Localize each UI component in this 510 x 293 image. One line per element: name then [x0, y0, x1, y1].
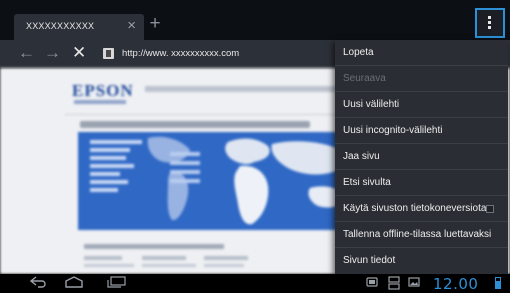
desktop-site-checkbox[interactable]	[486, 205, 494, 213]
menu-item-kayta-tietokoneversiota[interactable]: Käytä sivuston tietokoneversiota	[335, 196, 508, 222]
menu-item-label: Lopeta	[343, 47, 374, 58]
menu-item-label: Sivun tiedot	[343, 255, 396, 266]
divider	[65, 114, 345, 115]
menu-item-label: Jaa sivu	[343, 151, 380, 162]
back-arrow-icon[interactable]: ←	[18, 43, 35, 63]
link-column[interactable]	[142, 256, 186, 260]
menu-item-seuraava: Seuraava	[335, 66, 508, 92]
notification-icon[interactable]	[366, 276, 378, 293]
nav-back-icon[interactable]	[29, 276, 48, 291]
country-list[interactable]	[170, 152, 200, 188]
tab-title: XXXXXXXXXXX	[26, 21, 95, 31]
forward-arrow-icon[interactable]: →	[44, 43, 61, 63]
menu-item-uusi-incognito-valilehti[interactable]: Uusi incognito-välilehti	[335, 118, 508, 144]
screenshot-icon[interactable]	[388, 276, 400, 293]
overflow-menu: Lopeta Seuraava Uusi välilehti Uusi inco…	[335, 40, 508, 274]
page-lead-text	[80, 121, 310, 128]
new-tab-button[interactable]: +	[145, 12, 165, 36]
menu-item-sivun-tiedot[interactable]: Sivun tiedot	[335, 248, 508, 274]
nav-recent-apps-icon[interactable]	[107, 276, 127, 291]
link-text	[204, 264, 244, 267]
menu-item-label: Seuraava	[343, 73, 386, 84]
menu-item-label: Uusi välilehti	[343, 99, 400, 110]
menu-item-label: Etsi sivulta	[343, 177, 391, 188]
overflow-menu-button[interactable]	[475, 8, 505, 38]
link-text	[142, 264, 196, 267]
url-field[interactable]: http://www. xxxxxxxxxx.com	[122, 48, 239, 59]
link-text	[84, 264, 134, 267]
site-top-nav[interactable]	[145, 86, 345, 92]
menu-item-jaa-sivu[interactable]: Jaa sivu	[335, 144, 508, 170]
tab-close-icon[interactable]: ×	[127, 18, 136, 34]
battery-icon[interactable]	[495, 277, 501, 289]
nav-home-icon[interactable]	[64, 276, 84, 291]
menu-item-lopeta[interactable]: Lopeta	[335, 40, 508, 66]
epson-logo[interactable]: EPSON	[72, 81, 134, 101]
region-selector-panel[interactable]	[78, 132, 353, 230]
region-list[interactable]	[90, 140, 142, 196]
menu-item-uusi-valilehti[interactable]: Uusi välilehti	[335, 92, 508, 118]
image-icon[interactable]	[408, 276, 420, 293]
menu-item-label: Uusi incognito-välilehti	[343, 125, 443, 136]
menu-item-label: Käytä sivuston tietokoneversiota	[343, 203, 487, 214]
menu-item-tallenna-offline[interactable]: Tallenna offline-tilassa luettavaksi	[335, 222, 508, 248]
menu-item-label: Tallenna offline-tilassa luettavaksi	[343, 229, 492, 240]
system-bar: 12.00	[0, 274, 510, 293]
link-column[interactable]	[204, 256, 248, 260]
site-favicon-icon	[103, 48, 114, 59]
overflow-menu-icon	[488, 16, 492, 31]
stop-icon[interactable]: ✕	[72, 43, 86, 63]
clock[interactable]: 12.00	[433, 275, 478, 293]
section-heading	[84, 244, 224, 249]
tab-strip: XXXXXXXXXXX × +	[0, 0, 510, 40]
menu-item-etsi-sivulta[interactable]: Etsi sivulta	[335, 170, 508, 196]
browser-tab[interactable]: XXXXXXXXXXX ×	[14, 14, 144, 40]
link-column[interactable]	[84, 256, 122, 260]
logo-tagline	[74, 100, 126, 104]
